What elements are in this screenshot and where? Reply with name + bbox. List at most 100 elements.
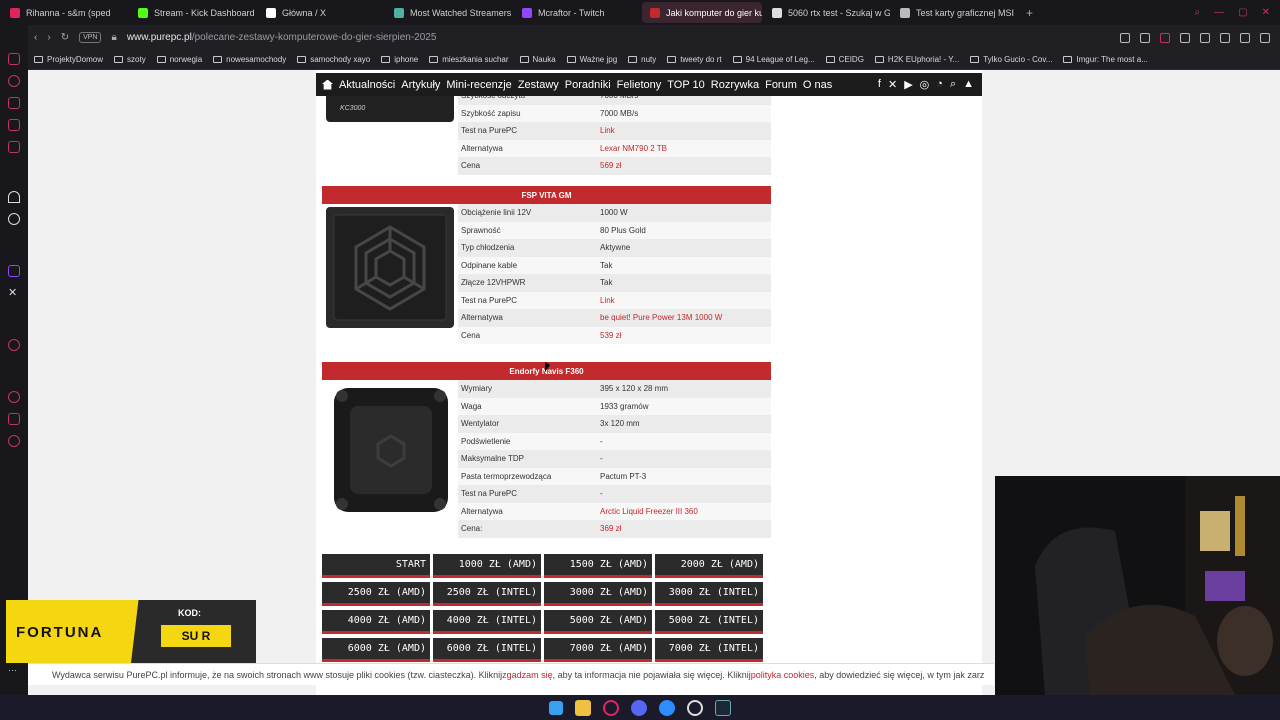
sidebar-x-icon[interactable]: ✕: [8, 287, 20, 299]
spec-value-link[interactable]: 369 zł: [597, 524, 621, 533]
cookie-policy-link[interactable]: polityka cookies: [751, 670, 815, 680]
sidebar-cube-icon[interactable]: [8, 413, 20, 425]
bookmark-item[interactable]: norwegia: [156, 55, 202, 64]
bookmark-item[interactable]: szoty: [114, 55, 146, 64]
site-nav-item[interactable]: Poradniki: [565, 79, 611, 91]
spec-value-link[interactable]: be quiet! Pure Power 13M 1000 W: [597, 313, 722, 322]
site-nav-item[interactable]: Forum: [765, 79, 797, 91]
vpn-badge[interactable]: VPN: [79, 32, 102, 43]
forward-icon[interactable]: ›: [47, 32, 50, 43]
site-nav-item[interactable]: TOP 10: [667, 79, 705, 91]
new-tab-button[interactable]: +: [1026, 6, 1033, 20]
x-icon[interactable]: ✕: [888, 78, 897, 91]
spec-value-link[interactable]: Link: [597, 296, 615, 305]
steam-icon[interactable]: [715, 699, 731, 716]
screenshot-icon[interactable]: [1140, 32, 1150, 43]
cube-icon[interactable]: [1220, 32, 1230, 43]
build-button[interactable]: 2500 ZŁ (INTEL): [433, 582, 541, 606]
bookmark-item[interactable]: Ważne jpg: [566, 55, 617, 64]
build-button[interactable]: 1000 ZŁ (AMD): [433, 554, 541, 578]
obs-icon[interactable]: [687, 699, 703, 716]
spec-value-link[interactable]: Link: [597, 126, 615, 135]
play-icon[interactable]: [1180, 32, 1190, 43]
build-button[interactable]: 4000 ZŁ (AMD): [322, 610, 430, 634]
site-nav-item[interactable]: Felietony: [617, 79, 662, 91]
build-button[interactable]: 3000 ZŁ (AMD): [544, 582, 652, 606]
sidebar-messenger-icon[interactable]: [8, 119, 20, 131]
bookmark-item[interactable]: Tylko Gucio - Cov...: [970, 55, 1052, 64]
back-icon[interactable]: ‹: [34, 32, 37, 43]
build-button[interactable]: 7000 ZŁ (INTEL): [655, 638, 763, 662]
site-nav-item[interactable]: O nas: [803, 79, 832, 91]
sidebar-add-icon[interactable]: [8, 339, 20, 351]
close-icon[interactable]: ✕: [1262, 7, 1270, 18]
sidebar-clock-icon[interactable]: [8, 391, 20, 403]
sidebar-history-icon[interactable]: [8, 75, 20, 87]
site-nav-item[interactable]: Rozrywka: [711, 79, 759, 91]
build-button[interactable]: 6000 ZŁ (INTEL): [433, 638, 541, 662]
browser-tab[interactable]: Test karty graficznej MSI: [892, 2, 1018, 23]
sidebar-player-icon[interactable]: [8, 141, 20, 153]
youtube-icon[interactable]: ▶: [904, 78, 912, 91]
discord-icon[interactable]: [631, 699, 647, 716]
maximize-icon[interactable]: ▢: [1238, 7, 1247, 18]
spec-value-link[interactable]: 569 zł: [597, 161, 621, 170]
build-button[interactable]: 2500 ZŁ (AMD): [322, 582, 430, 606]
browser-tab[interactable]: Rihanna - s&m (sped: [2, 2, 128, 23]
reload-icon[interactable]: ↻: [61, 32, 69, 43]
site-nav-item[interactable]: Zestawy: [518, 79, 559, 91]
sidebar-chatgpt-icon[interactable]: [8, 213, 20, 225]
cookie-accept-link[interactable]: zgadzam się: [502, 670, 553, 680]
bookmark-item[interactable]: Imgur: The most a...: [1063, 55, 1148, 64]
bookmark-item[interactable]: samochody xayo: [297, 55, 370, 64]
bookmark-item[interactable]: nuty: [628, 55, 656, 64]
search-icon[interactable]: ⌕: [1195, 7, 1201, 18]
extension-icon[interactable]: [1120, 32, 1130, 43]
spec-value-link[interactable]: Lexar NM790 2 TB: [597, 144, 667, 153]
heart-icon[interactable]: [1200, 32, 1210, 43]
shield-icon[interactable]: [1160, 32, 1170, 43]
build-button[interactable]: 6000 ZŁ (AMD): [322, 638, 430, 662]
site-nav-item[interactable]: Artykuły: [401, 79, 440, 91]
facebook-icon[interactable]: f: [878, 78, 881, 91]
bookmark-item[interactable]: Nauka: [519, 55, 556, 64]
search-icon[interactable]: ⌕: [950, 78, 956, 91]
browser-tab[interactable]: Jaki komputer do gier kup: [642, 2, 762, 23]
bookmark-item[interactable]: nowesamochody: [213, 55, 286, 64]
bookmark-item[interactable]: H2K EUphoria! - Y...: [874, 55, 959, 64]
windows-start-icon[interactable]: [549, 700, 563, 715]
scroll-top-icon[interactable]: ▲: [963, 78, 974, 91]
browser-tab[interactable]: Stream - Kick Dashboard: [130, 2, 256, 23]
download-icon[interactable]: [1240, 32, 1250, 43]
url-field[interactable]: www.purepc.pl/polecane-zestawy-komputero…: [127, 32, 437, 43]
bookmark-item[interactable]: iphone: [381, 55, 418, 64]
bookmark-item[interactable]: 94 League of Leg...: [732, 55, 815, 64]
bookmark-item[interactable]: CEIDG: [825, 55, 864, 64]
sidebar-bag-icon[interactable]: [8, 97, 20, 109]
site-nav-item[interactable]: Aktualności: [339, 79, 395, 91]
opera-gx-icon[interactable]: [603, 699, 619, 716]
sidebar-settings-icon[interactable]: [8, 435, 20, 447]
bookmark-item[interactable]: mieszkania suchar: [429, 55, 509, 64]
browser-tab[interactable]: Mcraftor - Twitch: [514, 2, 640, 23]
rss-icon[interactable]: ◔: [936, 78, 943, 91]
spec-value-link[interactable]: 539 zł: [597, 331, 621, 340]
build-button[interactable]: 2000 ZŁ (AMD): [655, 554, 763, 578]
build-button[interactable]: 7000 ZŁ (AMD): [544, 638, 652, 662]
build-button[interactable]: 4000 ZŁ (INTEL): [433, 610, 541, 634]
browser-tab[interactable]: Główna / X: [258, 2, 384, 23]
sidebar-more-icon[interactable]: ···: [8, 665, 20, 677]
spec-value-link[interactable]: Arctic Liquid Freezer III 360: [597, 507, 698, 516]
build-button[interactable]: 5000 ZŁ (AMD): [544, 610, 652, 634]
messenger-icon[interactable]: [659, 699, 675, 716]
minimize-icon[interactable]: —: [1214, 7, 1224, 18]
sidebar-twitch-icon[interactable]: [8, 265, 20, 277]
build-button[interactable]: START: [322, 554, 430, 578]
build-button[interactable]: 1500 ZŁ (AMD): [544, 554, 652, 578]
build-button[interactable]: 3000 ZŁ (INTEL): [655, 582, 763, 606]
site-nav-item[interactable]: Mini-recenzje: [446, 79, 511, 91]
build-button[interactable]: 5000 ZŁ (INTEL): [655, 610, 763, 634]
file-explorer-icon[interactable]: [575, 699, 591, 716]
browser-tab[interactable]: Most Watched Streamers: [386, 2, 512, 23]
sidebar-home-icon[interactable]: [8, 53, 20, 65]
